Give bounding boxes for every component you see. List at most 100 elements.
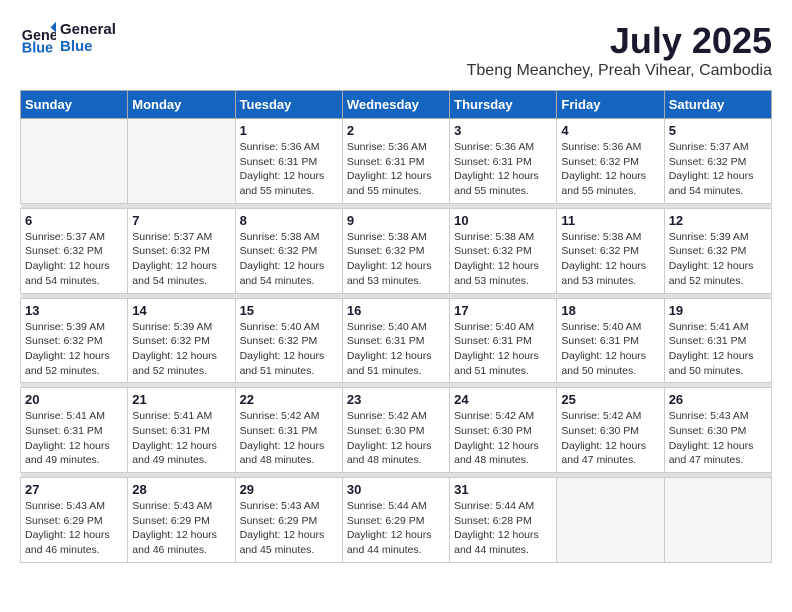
- calendar-cell: 30 Sunrise: 5:44 AMSunset: 6:29 PMDayligh…: [342, 478, 449, 563]
- day-info: Sunrise: 5:40 AMSunset: 6:31 PMDaylight:…: [454, 320, 552, 379]
- day-info: Sunrise: 5:37 AMSunset: 6:32 PMDaylight:…: [132, 230, 230, 289]
- calendar-cell: 7Sunrise: 5:37 AMSunset: 6:32 PMDaylight…: [128, 208, 235, 293]
- day-number: 3: [454, 123, 552, 138]
- day-number: 13: [25, 303, 123, 318]
- day-info: Sunrise: 5:38 AMSunset: 6:32 PMDaylight:…: [240, 230, 338, 289]
- logo-icon: General Blue: [20, 20, 56, 56]
- day-number: 19: [669, 303, 767, 318]
- day-info: Sunrise: 5:37 AMSunset: 6:32 PMDaylight:…: [25, 230, 123, 289]
- day-number: 11: [561, 213, 659, 228]
- calendar-cell: 9 Sunrise: 5:38 AMSunset: 6:32 PMDaylight…: [342, 208, 449, 293]
- calendar-header-row: SundayMondayTuesdayWednesdayThursdayFrid…: [21, 91, 772, 119]
- calendar-cell: 25 Sunrise: 5:42 AMSunset: 6:30 PMDayligh…: [557, 388, 664, 473]
- day-number: 9: [347, 213, 445, 228]
- day-number: 10: [454, 213, 552, 228]
- weekday-header-friday: Friday: [557, 91, 664, 119]
- logo-line1: General: [60, 21, 116, 38]
- day-info: Sunrise: 5:41 AMSunset: 6:31 PMDaylight:…: [25, 409, 123, 468]
- calendar-cell: 27 Sunrise: 5:43 AMSunset: 6:29 PMDayligh…: [21, 478, 128, 563]
- day-number: 30: [347, 482, 445, 497]
- calendar-week-5: 27 Sunrise: 5:43 AMSunset: 6:29 PMDayligh…: [21, 478, 772, 563]
- calendar-cell: 26 Sunrise: 5:43 AMSunset: 6:30 PMDayligh…: [664, 388, 771, 473]
- calendar-cell: 31 Sunrise: 5:44 AMSunset: 6:28 PMDayligh…: [450, 478, 557, 563]
- day-number: 1: [240, 123, 338, 138]
- calendar-cell: 28 Sunrise: 5:43 AMSunset: 6:29 PMDayligh…: [128, 478, 235, 563]
- day-number: 18: [561, 303, 659, 318]
- calendar-cell: 2Sunrise: 5:36 AMSunset: 6:31 PMDaylight…: [342, 119, 449, 204]
- day-info: Sunrise: 5:36 AMSunset: 6:32 PMDaylight:…: [561, 140, 659, 199]
- day-number: 24: [454, 392, 552, 407]
- day-info: Sunrise: 5:39 AMSunset: 6:32 PMDaylight:…: [132, 320, 230, 379]
- day-info: Sunrise: 5:36 AMSunset: 6:31 PMDaylight:…: [347, 140, 445, 199]
- page-header: General Blue General Blue July 2025 Tben…: [20, 20, 772, 80]
- calendar-cell: 3 Sunrise: 5:36 AMSunset: 6:31 PMDaylight…: [450, 119, 557, 204]
- day-number: 31: [454, 482, 552, 497]
- day-info: Sunrise: 5:42 AMSunset: 6:30 PMDaylight:…: [454, 409, 552, 468]
- weekday-header-tuesday: Tuesday: [235, 91, 342, 119]
- calendar-cell: 10 Sunrise: 5:38 AMSunset: 6:32 PMDayligh…: [450, 208, 557, 293]
- calendar-cell: 8 Sunrise: 5:38 AMSunset: 6:32 PMDaylight…: [235, 208, 342, 293]
- svg-text:Blue: Blue: [22, 40, 53, 56]
- day-number: 20: [25, 392, 123, 407]
- calendar-cell: 6 Sunrise: 5:37 AMSunset: 6:32 PMDaylight…: [21, 208, 128, 293]
- logo-line2: Blue: [60, 38, 116, 55]
- calendar-cell: 4 Sunrise: 5:36 AMSunset: 6:32 PMDaylight…: [557, 119, 664, 204]
- day-number: 22: [240, 392, 338, 407]
- day-info: Sunrise: 5:43 AMSunset: 6:29 PMDaylight:…: [132, 499, 230, 558]
- day-info: Sunrise: 5:41 AMSunset: 6:31 PMDaylight:…: [669, 320, 767, 379]
- day-number: 6: [25, 213, 123, 228]
- day-number: 16: [347, 303, 445, 318]
- day-number: 27: [25, 482, 123, 497]
- calendar-cell: 13Sunrise: 5:39 AMSunset: 6:32 PMDayligh…: [21, 298, 128, 383]
- calendar-week-1: 1 Sunrise: 5:36 AMSunset: 6:31 PMDaylight…: [21, 119, 772, 204]
- day-info: Sunrise: 5:43 AMSunset: 6:29 PMDaylight:…: [25, 499, 123, 558]
- day-info: Sunrise: 5:38 AMSunset: 6:32 PMDaylight:…: [454, 230, 552, 289]
- day-number: 25: [561, 392, 659, 407]
- month-year-title: July 2025: [467, 20, 772, 62]
- calendar-cell: 29Sunrise: 5:43 AMSunset: 6:29 PMDayligh…: [235, 478, 342, 563]
- weekday-header-sunday: Sunday: [21, 91, 128, 119]
- day-number: 5: [669, 123, 767, 138]
- day-number: 17: [454, 303, 552, 318]
- calendar-cell: [557, 478, 664, 563]
- day-info: Sunrise: 5:38 AMSunset: 6:32 PMDaylight:…: [561, 230, 659, 289]
- day-number: 8: [240, 213, 338, 228]
- weekday-header-wednesday: Wednesday: [342, 91, 449, 119]
- calendar-cell: 22 Sunrise: 5:42 AMSunset: 6:31 PMDayligh…: [235, 388, 342, 473]
- day-info: Sunrise: 5:36 AMSunset: 6:31 PMDaylight:…: [454, 140, 552, 199]
- day-info: Sunrise: 5:42 AMSunset: 6:30 PMDaylight:…: [561, 409, 659, 468]
- calendar-cell: 16 Sunrise: 5:40 AMSunset: 6:31 PMDayligh…: [342, 298, 449, 383]
- day-number: 28: [132, 482, 230, 497]
- day-number: 15: [240, 303, 338, 318]
- logo: General Blue General Blue: [20, 20, 116, 56]
- day-info: Sunrise: 5:44 AMSunset: 6:28 PMDaylight:…: [454, 499, 552, 558]
- location-subtitle: Tbeng Meanchey, Preah Vihear, Cambodia: [467, 62, 772, 80]
- day-info: Sunrise: 5:40 AMSunset: 6:32 PMDaylight:…: [240, 320, 338, 379]
- calendar-cell: 21Sunrise: 5:41 AMSunset: 6:31 PMDayligh…: [128, 388, 235, 473]
- day-info: Sunrise: 5:38 AMSunset: 6:32 PMDaylight:…: [347, 230, 445, 289]
- calendar-cell: 18 Sunrise: 5:40 AMSunset: 6:31 PMDayligh…: [557, 298, 664, 383]
- calendar-cell: 1 Sunrise: 5:36 AMSunset: 6:31 PMDaylight…: [235, 119, 342, 204]
- day-number: 4: [561, 123, 659, 138]
- day-info: Sunrise: 5:40 AMSunset: 6:31 PMDaylight:…: [561, 320, 659, 379]
- weekday-header-monday: Monday: [128, 91, 235, 119]
- calendar-cell: [128, 119, 235, 204]
- calendar-cell: 14Sunrise: 5:39 AMSunset: 6:32 PMDayligh…: [128, 298, 235, 383]
- day-number: 12: [669, 213, 767, 228]
- day-info: Sunrise: 5:44 AMSunset: 6:29 PMDaylight:…: [347, 499, 445, 558]
- day-info: Sunrise: 5:40 AMSunset: 6:31 PMDaylight:…: [347, 320, 445, 379]
- day-info: Sunrise: 5:43 AMSunset: 6:30 PMDaylight:…: [669, 409, 767, 468]
- day-info: Sunrise: 5:42 AMSunset: 6:31 PMDaylight:…: [240, 409, 338, 468]
- calendar-cell: 17 Sunrise: 5:40 AMSunset: 6:31 PMDayligh…: [450, 298, 557, 383]
- day-info: Sunrise: 5:36 AMSunset: 6:31 PMDaylight:…: [240, 140, 338, 199]
- calendar-week-4: 20 Sunrise: 5:41 AMSunset: 6:31 PMDayligh…: [21, 388, 772, 473]
- calendar-cell: 20 Sunrise: 5:41 AMSunset: 6:31 PMDayligh…: [21, 388, 128, 473]
- day-info: Sunrise: 5:37 AMSunset: 6:32 PMDaylight:…: [669, 140, 767, 199]
- calendar-cell: 23Sunrise: 5:42 AMSunset: 6:30 PMDayligh…: [342, 388, 449, 473]
- day-number: 29: [240, 482, 338, 497]
- calendar-cell: [21, 119, 128, 204]
- calendar-cell: 19 Sunrise: 5:41 AMSunset: 6:31 PMDayligh…: [664, 298, 771, 383]
- day-number: 26: [669, 392, 767, 407]
- calendar-cell: 12Sunrise: 5:39 AMSunset: 6:32 PMDayligh…: [664, 208, 771, 293]
- weekday-header-saturday: Saturday: [664, 91, 771, 119]
